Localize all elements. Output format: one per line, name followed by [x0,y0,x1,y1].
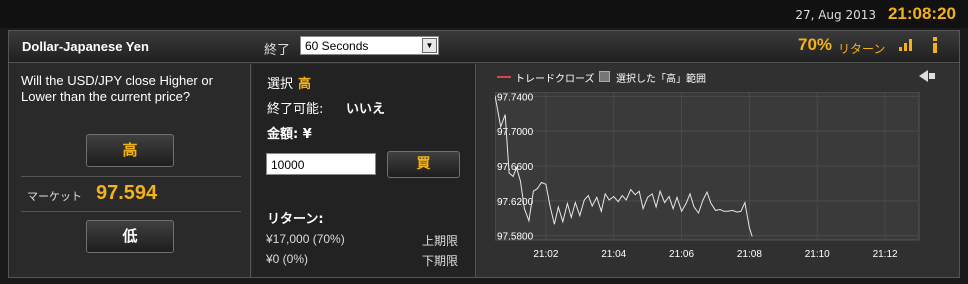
market-price: 97.594 [96,182,158,204]
price-chart: トレードクローズ 選択した「高」範囲 97.7400 97.7000 97.6600… [477,64,959,277]
return-percent: 70% [798,35,833,54]
x-tick-label: 21:10 [805,249,830,260]
x-tick-label: 21:02 [533,249,558,260]
legend-range-label: 選択した「高」範囲 [616,74,706,85]
question-column: Will the USD/JPY close Higher or Lower t… [9,64,251,277]
legend-trend-swatch [497,76,511,78]
asset-title: Dollar-Japanese Yen [22,39,149,54]
trade-question: Will the USD/JPY close Higher or Lower t… [21,73,213,104]
info-icon[interactable] [931,37,939,53]
legend-range-swatch [599,71,610,82]
early-close-value: いいえ [346,102,386,117]
lower-return-value: ¥0 (0%) [266,252,309,266]
upper-return-label: 上期限 [422,234,459,248]
expiry-select[interactable]: 60 Seconds ▼ [300,36,439,55]
date-display: 27, Aug 2013 [795,8,876,22]
lower-return-label: 下期限 [422,254,459,268]
x-tick-label: 21:08 [737,249,762,260]
market-row: マーケット 97.594 [21,176,241,212]
returns-label: リターン: [267,212,324,227]
selection-value: 高 [298,77,312,92]
market-label: マーケット [27,190,82,203]
back-arrow-icon[interactable] [919,70,935,82]
panel-header: Dollar-Japanese Yen 終了 60 Seconds ▼ 70% … [9,31,959,63]
return-label: リターン [838,42,886,56]
clock-display: 21:08:20 [887,4,956,23]
expiry-label: 終了 [264,43,291,58]
chevron-down-icon[interactable]: ▼ [422,38,437,53]
y-tick-label: 97.6200 [497,197,534,208]
top-bar: 27, Aug 2013 21:08:20 [0,0,968,28]
y-tick-label: 97.7400 [497,92,534,103]
plot-area: 97.740097.700097.660097.620097.580021:02… [495,92,920,260]
buy-button[interactable]: 買 [387,151,460,178]
y-tick-label: 97.5800 [497,232,534,243]
x-tick-label: 21:04 [601,249,626,260]
selection-label: 選択 [267,77,294,92]
expiry-select-value: 60 Seconds [305,39,369,53]
y-tick-label: 97.7000 [497,127,534,138]
low-button[interactable]: 低 [86,220,174,253]
x-tick-label: 21:06 [669,249,694,260]
high-button[interactable]: 高 [86,134,174,167]
amount-label: 金額: ¥ [267,127,312,142]
amount-input[interactable]: 10000 [266,153,376,175]
legend-trend-label: トレードクローズ [515,74,595,85]
early-close-label: 終了可能: [267,102,324,117]
trade-panel: Dollar-Japanese Yen 終了 60 Seconds ▼ 70% … [8,30,960,278]
x-tick-label: 21:12 [873,249,898,260]
upper-return-value: ¥17,000 (70%) [266,232,345,246]
order-column: 選択 高 終了可能: いいえ 金額: ¥ 10000 買 リターン: ¥17,0… [252,64,476,277]
signal-bars-icon[interactable] [899,39,913,51]
